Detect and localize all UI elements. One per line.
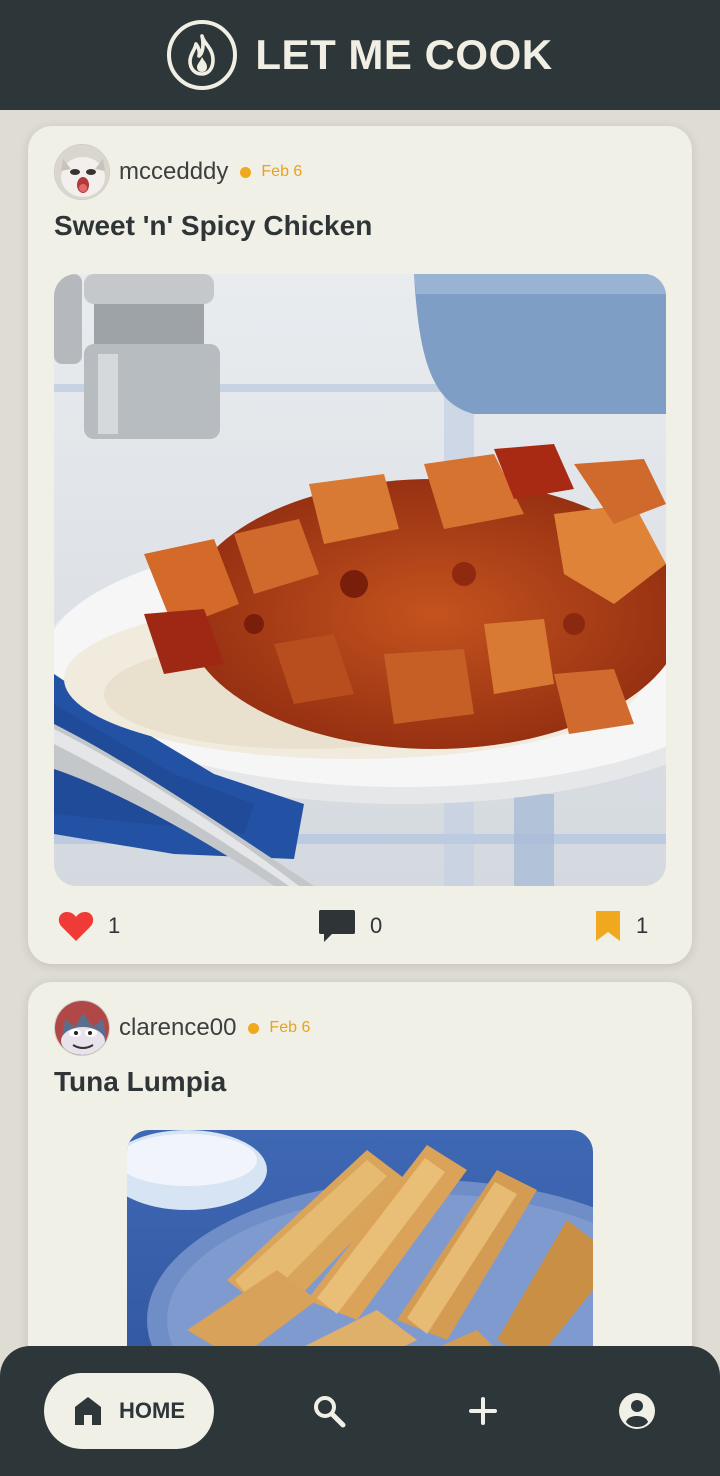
avatar[interactable] [54, 144, 110, 200]
comment-count: 0 [370, 913, 383, 938]
nav-search-button[interactable] [304, 1386, 354, 1436]
nav-profile-button[interactable] [612, 1386, 662, 1436]
plus-icon [469, 1397, 497, 1425]
post-title[interactable]: Sweet 'n' Spicy Chicken [54, 210, 372, 242]
recipe-photo[interactable] [54, 274, 666, 886]
post-header: clarence00 Feb 6 [54, 1000, 310, 1056]
separator-dot [248, 1022, 260, 1034]
bookmark-button[interactable]: 1 [594, 904, 648, 948]
comment-button[interactable]: 0 [318, 904, 382, 948]
post-header: mccedddy Feb 6 [54, 144, 302, 200]
post-actions: 1 0 1 [54, 904, 666, 948]
recipe-photo[interactable] [127, 1130, 593, 1346]
separator-dot [240, 166, 252, 178]
flame-logo-icon [167, 20, 238, 90]
comment-icon [319, 910, 355, 942]
nav-add-button[interactable] [458, 1386, 508, 1436]
nav-home-label: HOME [119, 1398, 185, 1423]
like-count: 1 [108, 913, 121, 938]
bookmark-icon [596, 911, 620, 941]
heart-icon [58, 912, 94, 941]
search-icon [314, 1396, 346, 1428]
app-screen: LET ME COOK mccedddy Feb 6 Sweet 'n' Spi… [0, 0, 720, 1476]
recipe-card[interactable]: mccedddy Feb 6 Sweet 'n' Spicy Chicken 1… [28, 126, 692, 964]
recipe-feed[interactable]: mccedddy Feb 6 Sweet 'n' Spicy Chicken 1… [0, 110, 720, 1346]
nav-home-button[interactable]: HOME [44, 1373, 214, 1449]
avatar[interactable] [54, 1000, 110, 1056]
post-date: Feb 6 [269, 1019, 311, 1036]
post-username[interactable]: mccedddy [119, 158, 228, 186]
post-username[interactable]: clarence00 [119, 1014, 236, 1042]
profile-icon [619, 1393, 655, 1429]
app-header: LET ME COOK [0, 0, 720, 110]
app-title: LET ME COOK [255, 31, 553, 78]
recipe-card[interactable]: clarence00 Feb 6 Tuna Lumpia [28, 982, 692, 1346]
save-count: 1 [636, 913, 649, 938]
like-button[interactable]: 1 [58, 904, 120, 948]
post-title[interactable]: Tuna Lumpia [54, 1066, 226, 1098]
home-icon [75, 1397, 101, 1425]
bottom-nav: HOME [0, 1346, 720, 1476]
post-date: Feb 6 [261, 163, 303, 180]
